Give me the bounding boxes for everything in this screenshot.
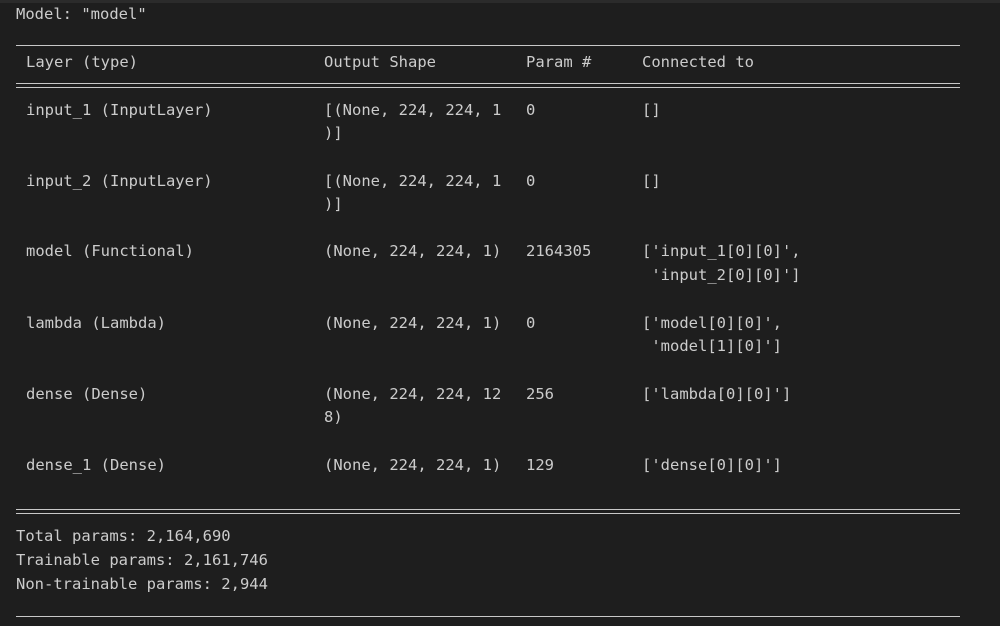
header-param-count: Param # [526,53,592,71]
output-shape: [(None, 224, 224, 1 [324,101,502,119]
total-params: Total params: 2,164,690 [16,527,231,545]
layer-name: input_2 (InputLayer) [26,172,213,190]
output-shape: (None, 224, 224, 1) [324,456,502,474]
output-shape-wrap: )] [324,195,343,213]
footer-double-rule [16,509,960,514]
output-shape: [(None, 224, 224, 1 [324,172,502,190]
connected-to: ['lambda[0][0]'] [642,385,792,403]
model-title: Model: "model" [16,5,147,23]
output-shape-wrap: )] [324,124,343,142]
param-count: 0 [526,314,536,332]
header-layer-type: Layer (type) [26,53,138,71]
output-shape: (None, 224, 224, 1) [324,242,502,260]
param-count: 0 [526,101,536,119]
connected-to: ['input_1[0][0]', [642,242,801,260]
output-shape: (None, 224, 224, 12 [324,385,502,403]
output-shape-wrap: 8) [324,408,343,426]
param-count: 256 [526,385,554,403]
footer-bottom-rule [16,616,960,617]
trainable-params: Trainable params: 2,161,746 [16,551,268,569]
connected-to-wrap: 'input_2[0][0]'] [642,266,801,284]
connected-to-wrap: 'model[1][0]'] [642,337,782,355]
layer-name: dense (Dense) [26,385,148,403]
layer-name: model (Functional) [26,242,194,260]
non-trainable-params: Non-trainable params: 2,944 [16,575,268,593]
connected-to: [] [642,101,661,119]
param-count: 0 [526,172,536,190]
layer-name: input_1 (InputLayer) [26,101,213,119]
param-count: 2164305 [526,242,592,260]
header-connected-to: Connected to [642,53,754,71]
header-double-rule [16,83,960,88]
param-count: 129 [526,456,554,474]
connected-to: [] [642,172,661,190]
header-top-rule [16,45,960,46]
output-shape: (None, 224, 224, 1) [324,314,502,332]
header-output-shape: Output Shape [324,53,436,71]
connected-to: ['model[0][0]', [642,314,782,332]
connected-to: ['dense[0][0]'] [642,456,782,474]
model-summary-output: Model: "model" Layer (type) Output Shape… [0,0,1000,626]
layer-name: lambda (Lambda) [26,314,166,332]
layer-name: dense_1 (Dense) [26,456,166,474]
